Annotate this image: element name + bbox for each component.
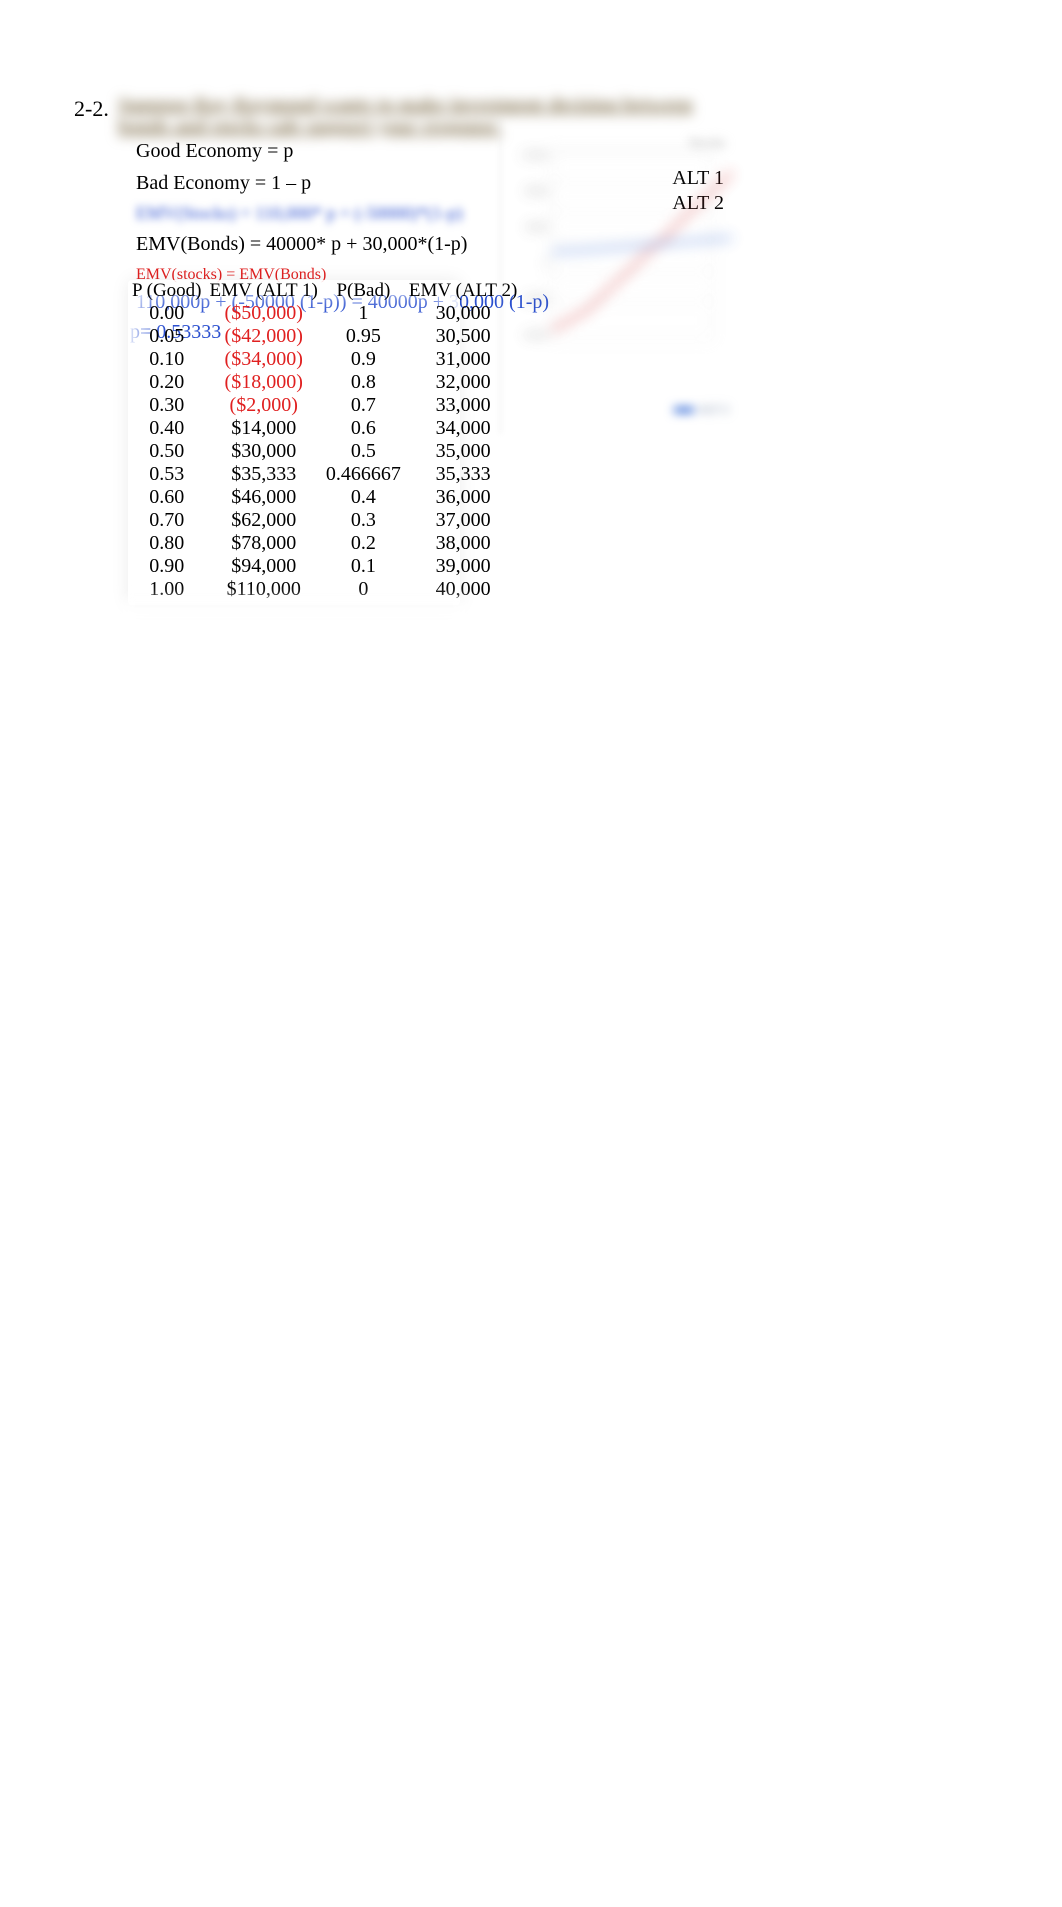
cell-pgood: 0.50 [128,440,206,463]
col-header-pgood: P (Good) [128,280,206,302]
cell-emv2: 33,000 [405,394,521,417]
good-economy-line: Good Economy = p [136,136,496,166]
cell-emv2: 36,000 [405,486,521,509]
chart-divider [500,118,501,434]
table-row: 0.50$30,0000.535,000 [128,440,521,463]
table-row: 0.53$35,3330.46666735,333 [128,463,521,486]
chart-series-lines [552,150,732,340]
emv-chart-blurred: 12000080000400000-40000-60000 [508,130,730,360]
cell-emv1: ($42,000) [206,325,322,348]
table-row: 1.00$110,000040,000 [128,578,521,601]
col-header-pbad: P(Bad) [322,280,405,302]
cell-emv2: 35,333 [405,463,521,486]
cell-emv1: ($18,000) [206,371,322,394]
cell-pgood: 0.90 [128,555,206,578]
cell-pbad: 0.7 [322,394,405,417]
table-row: 0.60$46,0000.436,000 [128,486,521,509]
cell-emv2: 32,000 [405,371,521,394]
table-row: 0.00($50,000)130,000 [128,302,521,325]
table-row: 0.30($2,000)0.733,000 [128,394,521,417]
cell-pbad: 0 [322,578,405,601]
cell-pbad: 0.4 [322,486,405,509]
legend-swatch-icon [674,407,694,413]
cell-pbad: 0.1 [322,555,405,578]
chart-footer-legend-blurred: ALT 2 [674,402,729,417]
cell-emv1: $62,000 [206,509,322,532]
cell-pbad: 0.95 [322,325,405,348]
cell-pbad: 0.5 [322,440,405,463]
cell-pgood: 0.00 [128,302,206,325]
cell-pgood: 0.60 [128,486,206,509]
cell-pgood: 0.10 [128,348,206,371]
cell-pbad: 1 [322,302,405,325]
cell-pgood: 0.70 [128,509,206,532]
cell-emv1: ($50,000) [206,302,322,325]
cell-pbad: 0.8 [322,371,405,394]
emv-bonds-line: EMV(Bonds) = 40000* p + 30,000*(1-p) [136,229,496,259]
cell-emv2: 30,000 [405,302,521,325]
cell-emv1: $30,000 [206,440,322,463]
cell-pgood: 0.30 [128,394,206,417]
cell-emv1: ($2,000) [206,394,322,417]
bad-economy-line: Bad Economy = 1 – p [136,168,496,198]
table-row: 0.90$94,0000.139,000 [128,555,521,578]
cell-emv1: $110,000 [206,578,322,601]
col-header-emv2: EMV (ALT 2) [405,280,521,302]
cell-pgood: 0.40 [128,417,206,440]
cell-pgood: 0.80 [128,532,206,555]
cell-emv2: 35,000 [405,440,521,463]
cell-emv1: $94,000 [206,555,322,578]
table-row: 0.70$62,0000.337,000 [128,509,521,532]
cell-emv1: $78,000 [206,532,322,555]
cell-emv2: 30,500 [405,325,521,348]
cell-emv2: 39,000 [405,555,521,578]
emv-stocks-line-blurred: EMV(Stocks) = 110,000* p + (-50000)*(1-p… [136,200,496,227]
table-row: 0.80$78,0000.238,000 [128,532,521,555]
cell-emv2: 40,000 [405,578,521,601]
cell-emv1: ($34,000) [206,348,322,371]
cell-pgood: 1.00 [128,578,206,601]
cell-emv2: 31,000 [405,348,521,371]
cell-emv2: 34,000 [405,417,521,440]
emv-table-wrap: P (Good) EMV (ALT 1) P(Bad) EMV (ALT 2) … [128,280,460,605]
cell-pbad: 0.2 [322,532,405,555]
cell-pbad: 0.9 [322,348,405,371]
cell-pbad: 0.3 [322,509,405,532]
cell-pgood: 0.53 [128,463,206,486]
cell-pbad: 0.6 [322,417,405,440]
legend-footer-text: ALT 2 [698,402,729,416]
cell-emv1: $35,333 [206,463,322,486]
table-row: 0.05($42,000)0.9530,500 [128,325,521,348]
emv-table: P (Good) EMV (ALT 1) P(Bad) EMV (ALT 2) … [128,280,521,601]
cell-pgood: 0.05 [128,325,206,348]
cell-pbad: 0.466667 [322,463,405,486]
table-row: 0.10($34,000)0.931,000 [128,348,521,371]
table-row: 0.40$14,0000.634,000 [128,417,521,440]
cell-emv2: 38,000 [405,532,521,555]
cell-pgood: 0.20 [128,371,206,394]
cell-emv1: $46,000 [206,486,322,509]
problem-number: 2-2. [74,96,109,122]
table-row: 0.20($18,000)0.832,000 [128,371,521,394]
cell-emv1: $14,000 [206,417,322,440]
col-header-emv1: EMV (ALT 1) [206,280,322,302]
chart-yaxis-labels: 12000080000400000-40000-60000 [508,150,548,340]
cell-emv2: 37,000 [405,509,521,532]
